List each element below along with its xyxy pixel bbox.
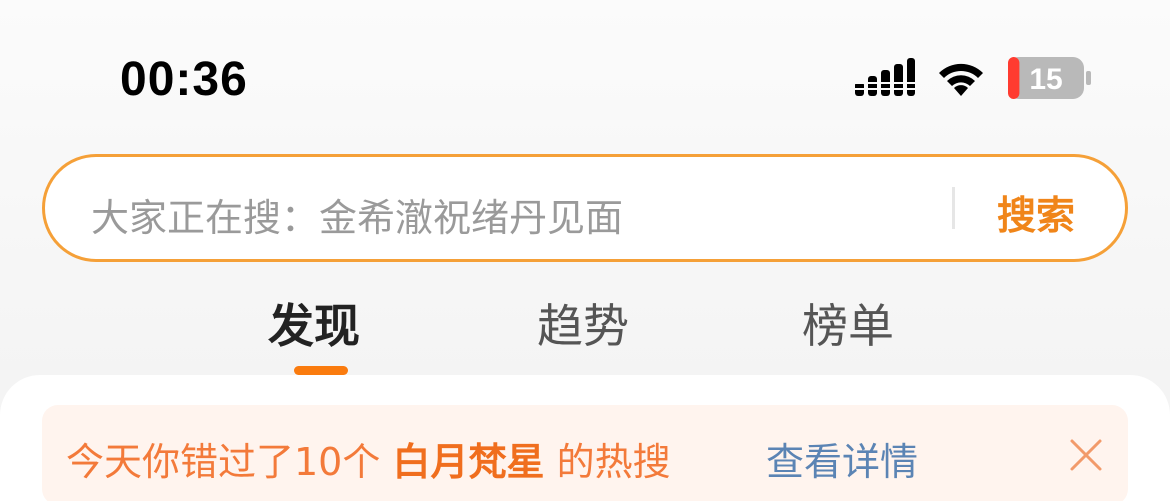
notice-prefix: 今天你错过了10个 bbox=[66, 440, 381, 484]
active-tab-indicator bbox=[294, 366, 348, 375]
notice-text: 今天你错过了10个 白月梵星 的热搜 bbox=[66, 431, 671, 486]
tab-bar: 发现 趋势 榜单 bbox=[0, 280, 1170, 375]
view-details-link[interactable]: 查看详情 bbox=[766, 431, 918, 486]
notice-suffix: 的热搜 bbox=[556, 440, 671, 484]
status-time: 00:36 bbox=[120, 53, 248, 106]
search-button[interactable]: 搜索 bbox=[997, 185, 1075, 241]
close-icon[interactable] bbox=[1068, 437, 1104, 473]
search-divider bbox=[952, 187, 955, 229]
battery-icon: 15 bbox=[1008, 57, 1091, 99]
cellular-signal-icon bbox=[855, 58, 915, 96]
tab-rankings[interactable]: 榜单 bbox=[802, 290, 894, 356]
missed-hot-search-banner: 今天你错过了10个 白月梵星 的热搜 查看详情 bbox=[42, 405, 1128, 501]
battery-level: 15 bbox=[1029, 63, 1062, 96]
search-bar[interactable]: 大家正在搜：金希澈祝绪丹见面 搜索 bbox=[42, 154, 1128, 262]
wifi-icon bbox=[939, 63, 983, 96]
status-bar: 00:36 15 bbox=[0, 0, 1170, 150]
tab-trends[interactable]: 趋势 bbox=[537, 290, 629, 356]
notice-highlight[interactable]: 白月梵星 bbox=[392, 440, 544, 484]
search-input[interactable]: 大家正在搜：金希澈祝绪丹见面 bbox=[91, 187, 623, 242]
tab-discover[interactable]: 发现 bbox=[268, 290, 360, 356]
